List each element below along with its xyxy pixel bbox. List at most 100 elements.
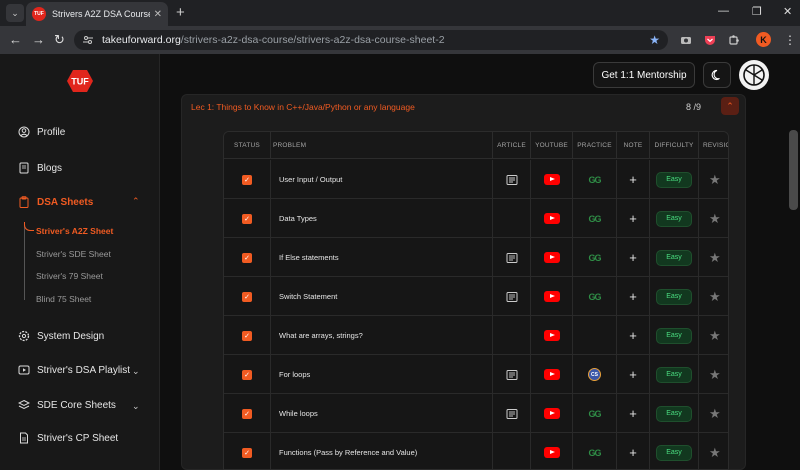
- add-note-plus-icon[interactable]: +: [626, 290, 640, 304]
- revision-star-icon[interactable]: ★: [709, 172, 721, 188]
- tuf-logo[interactable]: TUF: [64, 68, 96, 94]
- revision-star-icon[interactable]: ★: [709, 289, 721, 305]
- add-note-plus-icon[interactable]: +: [626, 251, 640, 265]
- page-scrollbar[interactable]: [789, 130, 798, 210]
- col-difficulty: DIFFICULTY: [649, 132, 698, 159]
- revision-star-icon[interactable]: ★: [709, 211, 721, 227]
- status-checkbox[interactable]: ✓: [242, 330, 252, 341]
- minimize-icon[interactable]: —: [718, 5, 729, 17]
- chevron-down-icon[interactable]: ⌄: [132, 366, 140, 377]
- revision-star-icon[interactable]: ★: [709, 328, 721, 344]
- table-row: ✓ While loops GG + Easy ★: [224, 394, 728, 433]
- lecture-collapse-button[interactable]: ⌃: [721, 97, 739, 115]
- problem-name[interactable]: While loops: [271, 409, 318, 418]
- revision-star-icon[interactable]: ★: [709, 406, 721, 422]
- sidebar-item-sde-core[interactable]: SDE Core Sheets: [18, 399, 116, 411]
- tab-search-chevron-icon[interactable]: ⌄: [6, 4, 24, 22]
- sidebar-item-blogs[interactable]: Blogs: [18, 162, 62, 174]
- maximize-icon[interactable]: ❐: [752, 5, 762, 18]
- add-note-plus-icon[interactable]: +: [626, 446, 640, 460]
- problem-name[interactable]: For loops: [271, 370, 310, 379]
- lecture-title[interactable]: Lec 1: Things to Know in C++/Java/Python…: [191, 102, 415, 112]
- extensions-puzzle-icon[interactable]: [728, 34, 740, 46]
- chevron-up-icon[interactable]: ⌃: [132, 196, 140, 207]
- forward-arrow-icon[interactable]: →: [32, 32, 45, 48]
- camera-extension-icon[interactable]: [680, 34, 692, 46]
- problem-name[interactable]: If Else statements: [271, 253, 339, 262]
- pocket-extension-icon[interactable]: [704, 34, 716, 46]
- problem-name[interactable]: User Input / Output: [271, 175, 342, 184]
- status-checkbox[interactable]: ✓: [242, 291, 252, 302]
- sidebar-subitem-blind75[interactable]: Blind 75 Sheet: [36, 294, 91, 304]
- status-checkbox[interactable]: ✓: [242, 369, 252, 380]
- youtube-icon[interactable]: [543, 252, 560, 263]
- article-icon[interactable]: [506, 252, 518, 264]
- gfg-practice-icon[interactable]: GG: [588, 409, 601, 419]
- status-checkbox[interactable]: ✓: [242, 174, 252, 185]
- add-note-plus-icon[interactable]: +: [626, 173, 640, 187]
- add-note-plus-icon[interactable]: +: [626, 407, 640, 421]
- gfg-practice-icon[interactable]: GG: [588, 175, 601, 185]
- bookmark-star-icon[interactable]: ★: [649, 33, 660, 47]
- add-note-plus-icon[interactable]: +: [626, 212, 640, 226]
- gfg-practice-icon[interactable]: GG: [588, 253, 601, 263]
- article-icon[interactable]: [506, 174, 518, 186]
- address-bar[interactable]: takeuforward.org/strivers-a2z-dsa-course…: [74, 30, 668, 50]
- col-problem: PROBLEM: [270, 132, 492, 159]
- practice-cell: GG: [572, 394, 616, 433]
- youtube-icon[interactable]: [543, 369, 560, 380]
- youtube-icon[interactable]: [543, 447, 560, 458]
- problem-name[interactable]: Functions (Pass by Reference and Value): [271, 448, 417, 457]
- theme-toggle-button[interactable]: [703, 62, 731, 88]
- article-icon[interactable]: [506, 408, 518, 420]
- gfg-practice-icon[interactable]: GG: [588, 214, 601, 224]
- problem-name[interactable]: What are arrays, strings?: [271, 331, 363, 340]
- tab-title: Strivers A2Z DSA Course/Sheet: [52, 9, 150, 19]
- problem-name[interactable]: Switch Statement: [271, 292, 337, 301]
- browser-tab[interactable]: TUF Strivers A2Z DSA Course/Sheet ✕: [26, 2, 168, 26]
- browser-menu-icon[interactable]: ⋮: [784, 33, 796, 47]
- youtube-icon[interactable]: [543, 291, 560, 302]
- new-tab-plus-icon[interactable]: +: [176, 4, 185, 22]
- mentorship-button[interactable]: Get 1:1 Mentorship: [593, 62, 695, 88]
- add-note-plus-icon[interactable]: +: [626, 368, 640, 382]
- sidebar-item-dsa-playlist[interactable]: Striver's DSA Playlist: [18, 364, 130, 376]
- reload-icon[interactable]: ↻: [54, 32, 65, 48]
- youtube-icon[interactable]: [543, 174, 560, 185]
- revision-star-icon[interactable]: ★: [709, 367, 721, 383]
- add-note-plus-icon[interactable]: +: [626, 329, 640, 343]
- article-icon[interactable]: [506, 291, 518, 303]
- article-cell: [492, 355, 530, 394]
- sidebar-item-cp-sheet[interactable]: Striver's CP Sheet: [18, 432, 118, 444]
- revision-cell: ★: [698, 316, 728, 355]
- profile-avatar[interactable]: K: [756, 32, 771, 47]
- user-avatar[interactable]: [739, 60, 769, 90]
- sidebar-item-dsa-sheets[interactable]: DSA Sheets: [18, 196, 93, 208]
- back-arrow-icon[interactable]: ←: [9, 32, 22, 48]
- youtube-icon[interactable]: [543, 213, 560, 224]
- site-info-icon[interactable]: [82, 34, 94, 46]
- status-checkbox[interactable]: ✓: [242, 447, 252, 458]
- tab-close-icon[interactable]: ✕: [154, 9, 162, 20]
- sidebar-subitem-79[interactable]: Striver's 79 Sheet: [36, 271, 103, 281]
- window-close-icon[interactable]: ✕: [783, 5, 792, 18]
- status-checkbox[interactable]: ✓: [242, 252, 252, 263]
- revision-star-icon[interactable]: ★: [709, 445, 721, 461]
- youtube-cell: [530, 316, 572, 355]
- youtube-icon[interactable]: [543, 330, 560, 341]
- status-checkbox[interactable]: ✓: [242, 213, 252, 224]
- problem-name[interactable]: Data Types: [271, 214, 317, 223]
- youtube-icon[interactable]: [543, 408, 560, 419]
- article-icon[interactable]: [506, 369, 518, 381]
- status-checkbox[interactable]: ✓: [242, 408, 252, 419]
- revision-star-icon[interactable]: ★: [709, 250, 721, 266]
- chevron-down-icon[interactable]: ⌄: [132, 401, 140, 412]
- gfg-practice-icon[interactable]: GG: [588, 448, 601, 458]
- sidebar-item-profile[interactable]: Profile: [18, 126, 65, 138]
- sidebar-subitem-sde[interactable]: Striver's SDE Sheet: [36, 249, 111, 259]
- codestudio-practice-icon[interactable]: CS: [588, 368, 601, 381]
- gfg-practice-icon[interactable]: GG: [588, 292, 601, 302]
- sidebar-subitem-a2z[interactable]: Striver's A2Z Sheet: [36, 226, 113, 236]
- moon-icon: [711, 69, 720, 81]
- sidebar-item-system-design[interactable]: System Design: [18, 330, 104, 342]
